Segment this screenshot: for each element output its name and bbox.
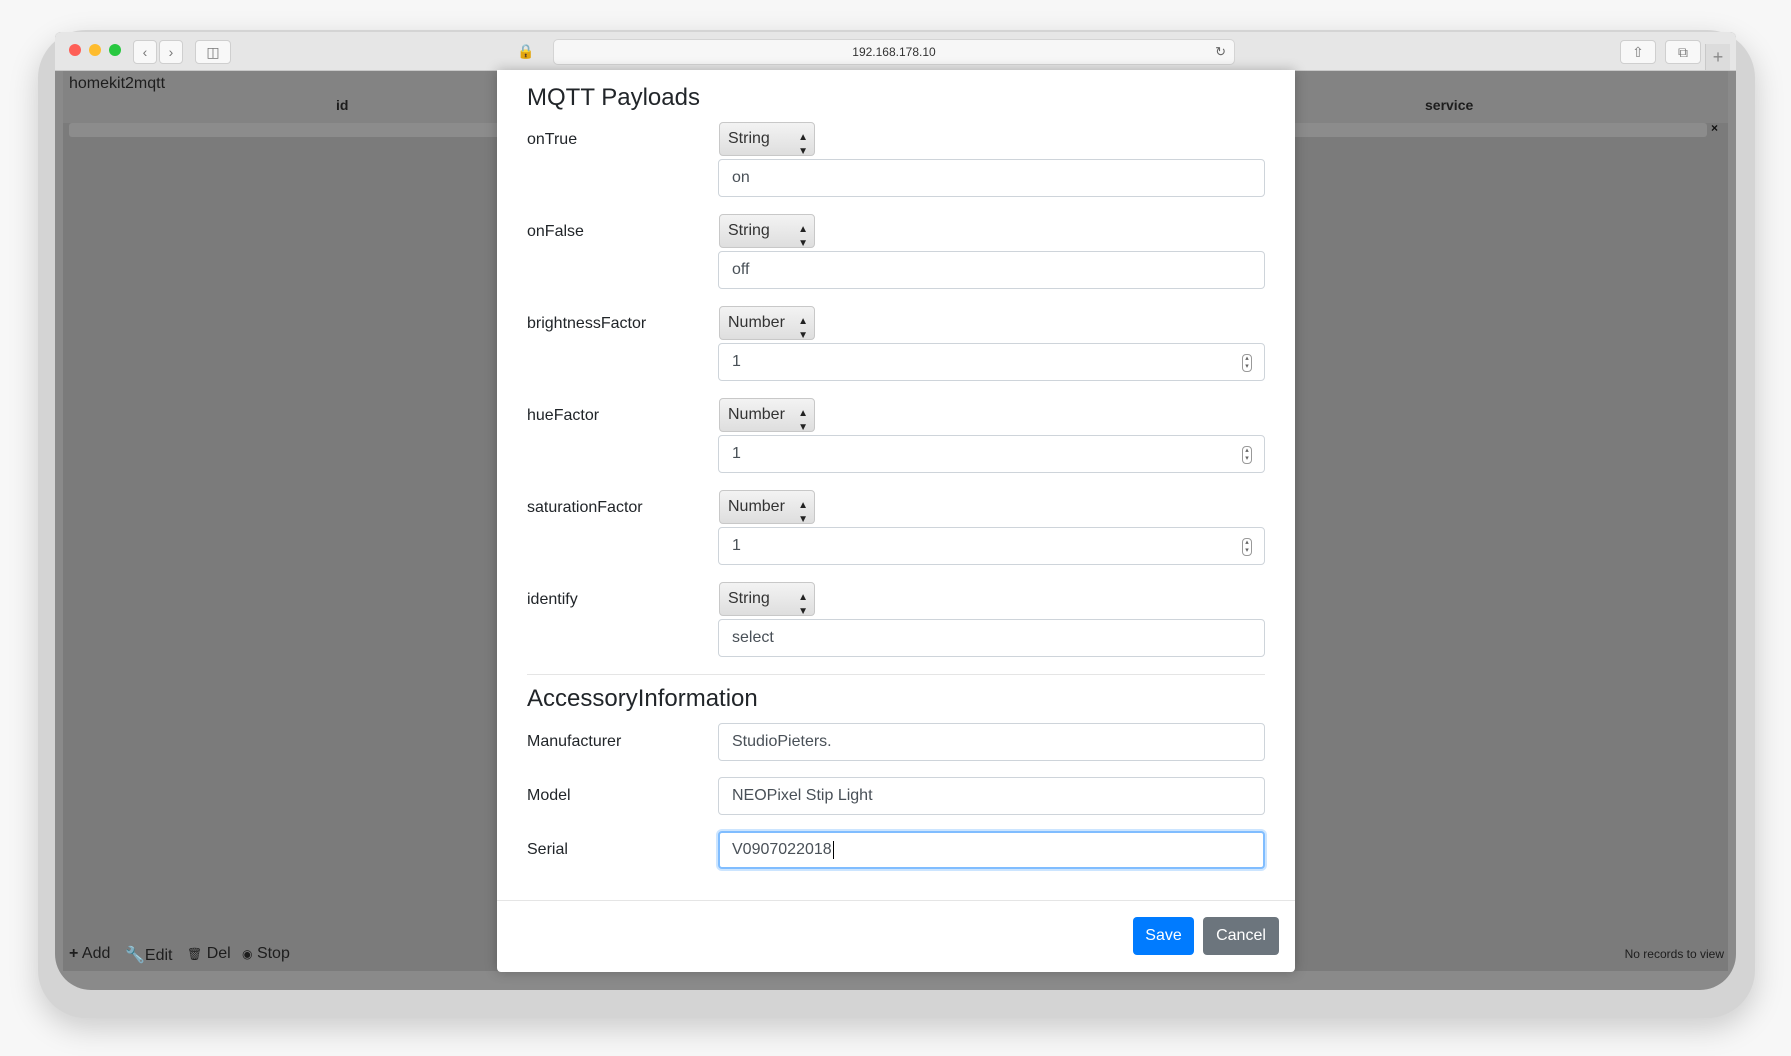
lock-icon: 🔒 [517,43,535,59]
payload-label-huefactor: hueFactor [527,407,600,424]
payload-value: 1 [732,537,741,554]
add-label: Add [81,945,111,962]
browser-toolbar: ‹ › ◫ 🔒 192.168.178.10 ↻ ⇧ ⧉ + [55,32,1736,71]
payload-type-value: String [728,130,770,147]
payload-type-value: Number [728,498,785,515]
payload-type-value: Number [728,314,785,331]
payload-input-ontrue[interactable]: on [718,159,1265,197]
share-button[interactable]: ⇧ [1620,40,1656,64]
payload-type-select-brightnessfactor[interactable]: Number ▲ ▼ [719,306,815,341]
chevron-right-icon: › [168,44,174,60]
sidebar-toggle-button[interactable]: ◫ [195,40,231,64]
reload-icon[interactable]: ↻ [1215,40,1226,64]
add-button[interactable]: + Add [69,945,110,963]
payload-value: off [732,261,750,278]
forward-button[interactable]: › [159,40,183,64]
payload-type-value: Number [728,406,785,423]
back-button[interactable]: ‹ [133,40,157,64]
clear-filter-button[interactable]: × [1711,121,1718,135]
payload-input-huefactor[interactable]: 1 ▴ ▾ [718,435,1265,473]
payload-type-value: String [728,590,770,607]
select-arrows-icon: ▲ ▼ [798,316,808,341]
payload-value: 1 [732,445,741,462]
payload-label-ontrue: onTrue [527,131,578,148]
model-input[interactable]: NEOPixel Stip Light [718,777,1265,815]
del-label: Del [206,945,231,962]
column-header-id[interactable]: id [336,97,348,113]
payload-input-brightnessfactor[interactable]: 1 ▴ ▾ [718,343,1265,381]
edit-button[interactable]: 🔧Edit [125,945,173,965]
zoom-window-button[interactable] [109,44,121,56]
payload-input-saturationfactor[interactable]: 1 ▴ ▾ [718,527,1265,565]
trash-icon: 🗑 [187,947,203,961]
address-text: 192.168.178.10 [852,45,936,59]
share-icon: ⇧ [1632,44,1644,60]
number-stepper-icon[interactable]: ▴ ▾ [1242,446,1252,464]
manufacturer-label: Manufacturer [527,733,622,750]
accessory-information-title: AccessoryInformation [527,685,758,712]
chevron-left-icon: ‹ [142,44,148,60]
privacy-button[interactable]: 🔒 [509,40,543,62]
model-value: NEOPixel Stip Light [732,787,873,804]
number-stepper-icon[interactable]: ▴ ▾ [1242,538,1252,556]
mqtt-payloads-title: MQTT Payloads [527,84,700,111]
payload-type-select-saturationfactor[interactable]: Number ▲ ▼ [719,490,815,525]
app-title: homekit2mqtt [69,75,166,92]
address-bar[interactable]: 192.168.178.10 ↻ [553,39,1235,65]
model-label: Model [527,787,571,804]
select-arrows-icon: ▲ ▼ [798,592,808,617]
select-arrows-icon: ▲ ▼ [798,408,808,433]
tabs-overview-button[interactable]: ⧉ [1665,40,1701,64]
payload-label-onfalse: onFalse [527,223,584,240]
minimize-window-button[interactable] [89,44,101,56]
payload-type-select-onfalse[interactable]: String ▲ ▼ [719,214,815,249]
serial-label: Serial [527,841,568,858]
payload-input-onfalse[interactable]: off [718,251,1265,289]
payload-value: on [732,169,750,186]
payload-input-identify[interactable]: select [718,619,1265,657]
text-caret [832,840,834,859]
plus-icon: + [69,945,79,962]
payload-type-select-ontrue[interactable]: String ▲ ▼ [719,122,815,157]
tabs-icon: ⧉ [1678,44,1688,60]
manufacturer-value: StudioPieters. [732,733,832,750]
payload-label-identify: identify [527,591,578,608]
plus-icon: + [1712,47,1724,67]
edit-label: Edit [144,947,173,964]
payload-label-brightnessfactor: brightnessFactor [527,315,647,332]
save-button[interactable]: Save [1133,917,1194,955]
column-header-service[interactable]: service [1425,97,1473,113]
section-divider [527,674,1265,675]
manufacturer-input[interactable]: StudioPieters. [718,723,1265,761]
cancel-button[interactable]: Cancel [1203,917,1279,955]
payload-type-select-identify[interactable]: String ▲ ▼ [719,582,815,617]
new-tab-button[interactable]: + [1705,44,1730,70]
browser-window: ‹ › ◫ 🔒 192.168.178.10 ↻ ⇧ ⧉ + homekit2m… [55,32,1736,990]
stop-label: Stop [256,945,290,962]
payload-label-saturationfactor: saturationFactor [527,499,643,516]
stop-button[interactable]: ◉ Stop [242,945,290,963]
close-window-button[interactable] [69,44,81,56]
select-arrows-icon: ▲ ▼ [798,132,808,157]
sidebar-icon: ◫ [206,44,220,60]
payload-value: 1 [732,353,741,370]
wrench-icon: 🔧 [125,947,145,964]
modal-footer-divider [497,900,1295,901]
number-stepper-icon[interactable]: ▴ ▾ [1242,354,1252,372]
stop-icon: ◉ [242,947,253,961]
serial-input[interactable]: V0907022018 [718,831,1265,869]
records-status: No records to view [1624,947,1724,961]
select-arrows-icon: ▲ ▼ [798,224,808,249]
serial-value: V0907022018 [732,841,832,858]
select-arrows-icon: ▲ ▼ [798,500,808,525]
delete-button[interactable]: 🗑 Del [187,945,231,963]
payload-value: select [732,629,774,646]
edit-dialog: MQTT Payloads onTrue String ▲ ▼ on onFalse… [497,70,1295,972]
payload-type-select-huefactor[interactable]: Number ▲ ▼ [719,398,815,433]
payload-type-value: String [728,222,770,239]
